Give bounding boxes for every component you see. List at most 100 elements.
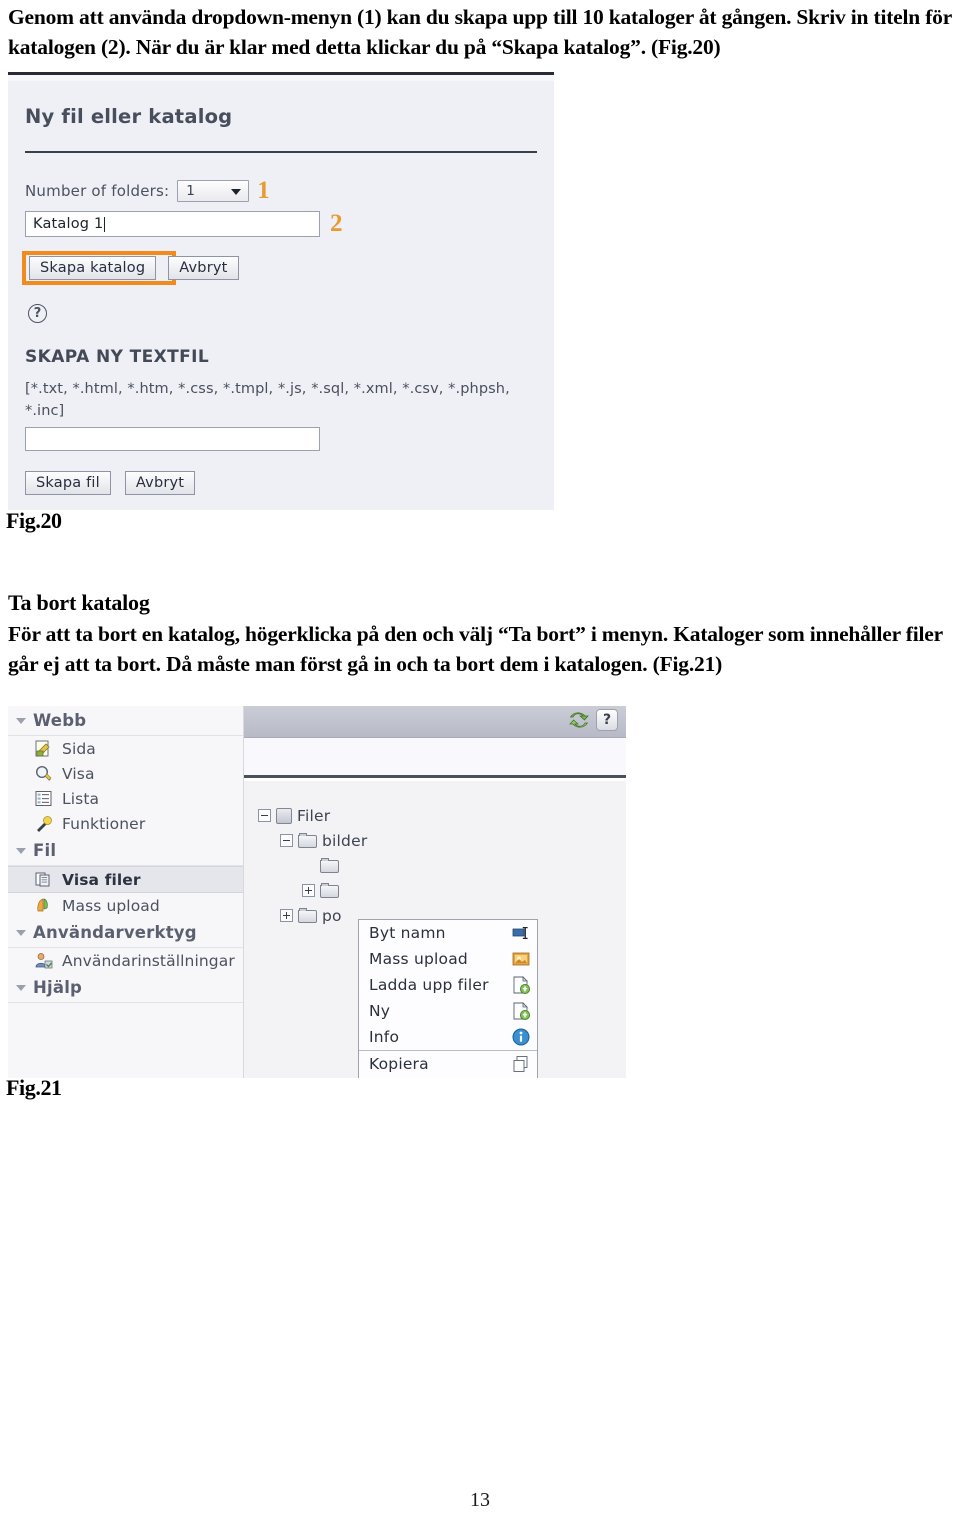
callout-marker-2: 2 bbox=[330, 210, 343, 237]
fig20-folder-buttons: Skapa katalog Avbryt bbox=[29, 256, 239, 280]
section-block: Ta bort katalog För att ta bort en katal… bbox=[8, 588, 952, 679]
sidebar-item-label: Visa filer bbox=[62, 870, 141, 889]
tree-node-label: Filer bbox=[297, 806, 331, 825]
folder-name-value: Katalog 1 bbox=[33, 216, 104, 232]
triangle-down-icon bbox=[16, 847, 26, 854]
context-menu-item-ny[interactable]: Ny bbox=[359, 998, 537, 1024]
expand-toggle-icon[interactable] bbox=[302, 884, 315, 897]
sidebar-group-webb[interactable]: Webb bbox=[8, 706, 243, 736]
fig20-folder-count-row: Number of folders: 1 1 bbox=[25, 178, 270, 203]
collapse-toggle-icon[interactable] bbox=[280, 834, 293, 847]
context-menu-item-mass-upload[interactable]: Mass upload bbox=[359, 946, 537, 972]
rename-icon bbox=[511, 923, 531, 943]
context-menu-item-byt-namn[interactable]: Byt namn bbox=[359, 920, 537, 946]
sidebar-item-visa-filer[interactable]: Visa filer bbox=[8, 866, 243, 893]
sidebar-item-visa[interactable]: Visa bbox=[8, 761, 243, 786]
help-icon[interactable]: ? bbox=[596, 709, 618, 731]
sidebar-group-anvandarverktyg[interactable]: Användarverktyg bbox=[8, 918, 243, 948]
section-paragraph: För att ta bort en katalog, högerklicka … bbox=[8, 622, 943, 676]
fig20-top-strip bbox=[8, 75, 554, 81]
expand-toggle-icon[interactable] bbox=[280, 909, 293, 922]
tree-row[interactable]: bilder bbox=[244, 828, 626, 853]
create-folder-button[interactable]: Skapa katalog bbox=[29, 256, 157, 280]
sidebar-item-label: Mass upload bbox=[62, 896, 160, 915]
toolbar: ? bbox=[244, 706, 626, 738]
context-menu-item-info[interactable]: Info bbox=[359, 1024, 537, 1050]
folder-icon bbox=[320, 883, 339, 898]
cancel-folder-button[interactable]: Avbryt bbox=[168, 256, 239, 280]
context-menu-item-label: Kopiera bbox=[369, 1055, 429, 1073]
number-of-folders-select[interactable]: 1 bbox=[177, 179, 250, 202]
folder-icon bbox=[298, 908, 317, 923]
cancel-file-button[interactable]: Avbryt bbox=[124, 471, 196, 495]
allowed-extensions-text: [*.txt, *.html, *.htm, *.css, *.tmpl, *.… bbox=[25, 381, 510, 419]
sidebar-item-mass-upload[interactable]: Mass upload bbox=[8, 893, 243, 918]
upload-icon bbox=[34, 896, 53, 915]
tree-row[interactable] bbox=[244, 853, 626, 878]
context-menu-item-label: Ladda upp filer bbox=[369, 976, 489, 994]
fig20-screenshot: Ny fil eller katalog Number of folders: … bbox=[8, 72, 554, 510]
folder-icon bbox=[320, 858, 339, 873]
triangle-down-icon bbox=[16, 929, 26, 936]
context-menu-item-klipp-ut[interactable]: Klipp ut bbox=[359, 1077, 537, 1078]
refresh-icon[interactable] bbox=[568, 709, 590, 731]
create-file-button[interactable]: Skapa fil bbox=[25, 471, 111, 495]
triangle-down-icon bbox=[16, 984, 26, 991]
file-tree: Filer bilder po Byt namn Mass upload Lad… bbox=[244, 781, 626, 1078]
folder-icon bbox=[298, 833, 317, 848]
wand-icon bbox=[34, 814, 53, 833]
sidebar-item-lista[interactable]: Lista bbox=[8, 786, 243, 811]
fig20-panel-title: Ny fil eller katalog bbox=[25, 105, 233, 128]
help-icon[interactable]: ? bbox=[28, 304, 47, 323]
sidebar-item-label: Sida bbox=[62, 739, 96, 758]
sidebar-group-label: Webb bbox=[33, 711, 87, 730]
page-number: 13 bbox=[470, 1489, 490, 1511]
collapse-toggle-icon[interactable] bbox=[258, 809, 271, 822]
context-menu-item-label: Mass upload bbox=[369, 950, 468, 968]
triangle-down-icon bbox=[16, 717, 26, 724]
fig21-caption: Fig.21 bbox=[6, 1075, 62, 1100]
sidebar-item-label: Visa bbox=[62, 764, 95, 783]
magnifier-icon bbox=[34, 764, 53, 783]
list-icon bbox=[34, 789, 53, 808]
file-name-input[interactable] bbox=[25, 427, 320, 451]
chevron-down-icon bbox=[231, 188, 242, 195]
sidebar-group-hjalp[interactable]: Hjälp bbox=[8, 973, 243, 1003]
sidebar-item-funktioner[interactable]: Funktioner bbox=[8, 811, 243, 836]
tree-row[interactable] bbox=[244, 878, 626, 903]
callout-marker-1: 1 bbox=[257, 177, 270, 204]
sidebar-group-fil[interactable]: Fil bbox=[8, 836, 243, 866]
sidebar-item-anvandarinstallningar[interactable]: Användarinställningar bbox=[8, 948, 243, 973]
context-menu-item-label: Byt namn bbox=[369, 924, 446, 942]
sidebar-group-label: Hjälp bbox=[33, 978, 83, 997]
section-heading: Ta bort katalog bbox=[8, 590, 150, 615]
sidebar-item-label: Användarinställningar bbox=[62, 951, 235, 970]
fig20-file-buttons: Skapa fil Avbryt bbox=[25, 471, 196, 495]
sidebar-item-label: Lista bbox=[62, 789, 100, 808]
folders-icon bbox=[34, 870, 53, 889]
main-panel: ? Filer bilder po Byt namn Mass upload L… bbox=[244, 706, 626, 1078]
context-menu-item-kopiera[interactable]: Kopiera bbox=[359, 1051, 537, 1077]
drive-icon bbox=[276, 807, 292, 824]
folder-name-input[interactable]: Katalog 1 bbox=[25, 211, 320, 237]
sidebar-item-label: Funktioner bbox=[62, 814, 146, 833]
tree-node-label: bilder bbox=[322, 831, 368, 850]
sidebar-group-label: Användarverktyg bbox=[33, 923, 197, 942]
user-settings-icon bbox=[34, 951, 53, 970]
breadcrumb-bar bbox=[244, 738, 626, 778]
copy-icon bbox=[511, 1054, 531, 1074]
mass-upload-icon bbox=[511, 949, 531, 969]
sidebar-group-label: Fil bbox=[33, 841, 57, 860]
sidebar: Webb Sida Visa Lista Funktioner Fil Visa… bbox=[8, 706, 244, 1078]
context-menu-item-ladda-upp-filer[interactable]: Ladda upp filer bbox=[359, 972, 537, 998]
context-menu: Byt namn Mass upload Ladda upp filer Ny … bbox=[358, 919, 538, 1078]
number-of-folders-value: 1 bbox=[186, 182, 195, 199]
context-menu-item-label: Info bbox=[369, 1028, 400, 1046]
info-icon bbox=[511, 1027, 531, 1047]
tree-row[interactable]: Filer bbox=[244, 803, 626, 828]
number-of-folders-label: Number of folders: bbox=[25, 181, 170, 200]
fig20-caption: Fig.20 bbox=[6, 508, 62, 533]
tree-node-label: po bbox=[322, 906, 342, 925]
sidebar-item-sida[interactable]: Sida bbox=[8, 736, 243, 761]
text-cursor bbox=[104, 216, 106, 232]
